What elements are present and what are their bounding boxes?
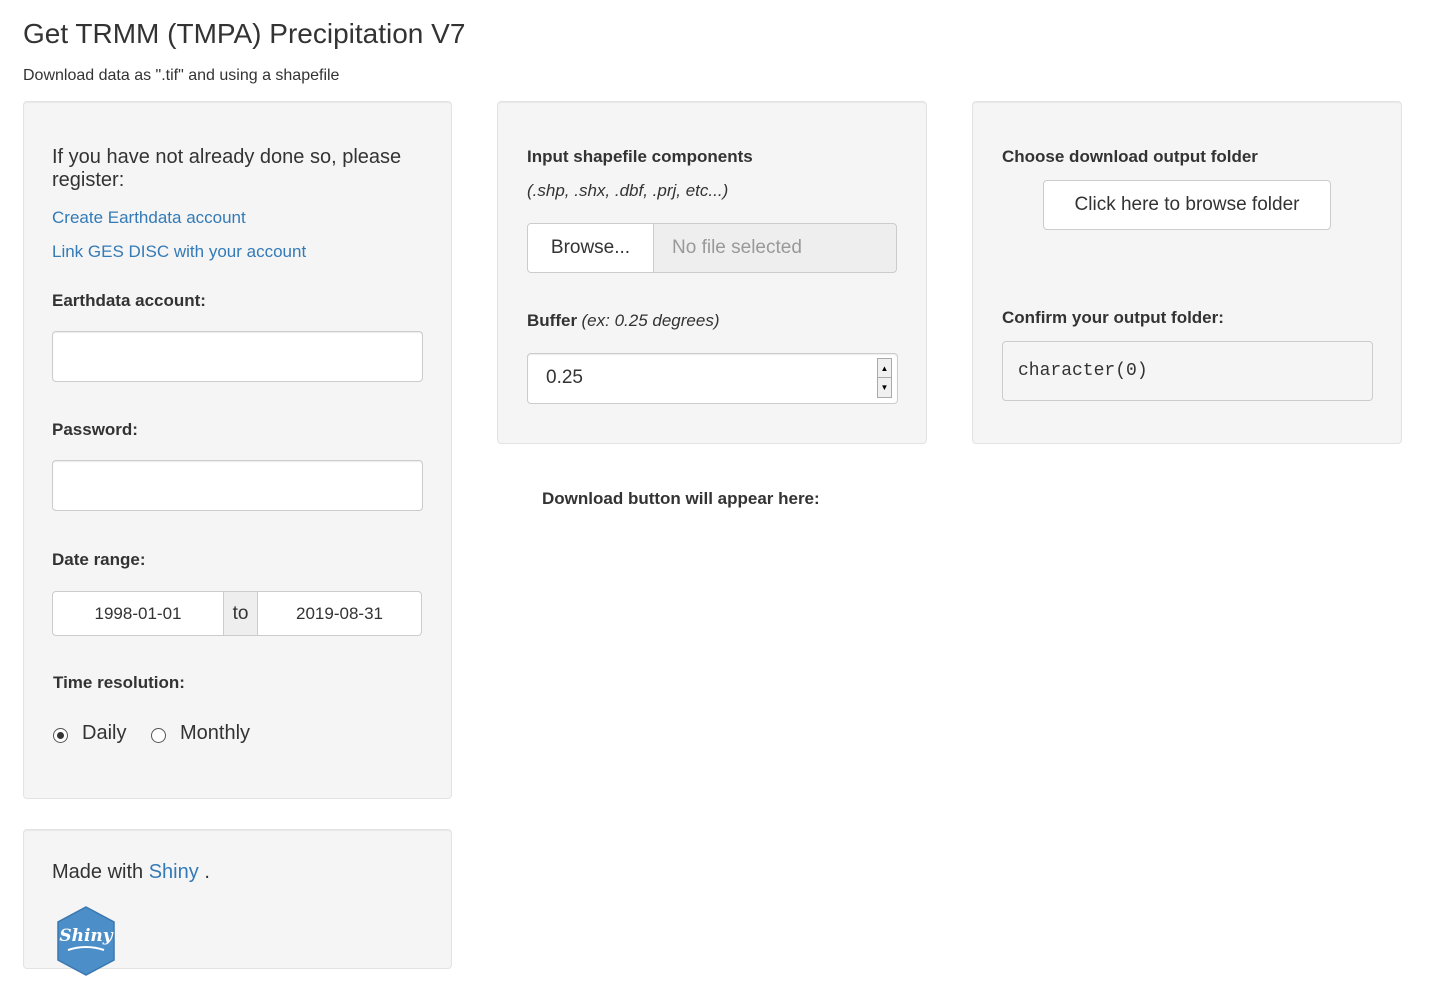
- time-resolution-label: Time resolution:: [53, 673, 185, 692]
- date-range-separator: to: [223, 592, 258, 635]
- shiny-link[interactable]: Shiny: [149, 861, 199, 883]
- download-note: Download button will appear here:: [542, 489, 820, 508]
- left-sidebar-panel: If you have not already done so, please …: [23, 101, 452, 799]
- password-input[interactable]: [52, 460, 423, 511]
- shapefile-hint: (.shp, .shx, .dbf, .prj, etc...): [527, 181, 729, 200]
- date-range-label: Date range:: [52, 550, 146, 569]
- output-folder-panel: Choose download output folder Click here…: [972, 101, 1402, 444]
- made-with-text: Made with Shiny .: [52, 861, 210, 884]
- date-start-input[interactable]: 1998-01-01: [53, 592, 223, 635]
- radio-monthly-label: Monthly: [180, 722, 251, 744]
- radio-monthly-button[interactable]: [151, 728, 166, 743]
- earthdata-account-input[interactable]: [52, 331, 423, 382]
- buffer-label-row: Buffer (ex: 0.25 degrees): [527, 311, 719, 331]
- spinner-down-icon[interactable]: ▼: [878, 378, 891, 397]
- choose-folder-label: Choose download output folder: [1002, 147, 1258, 166]
- buffer-hint: (ex: 0.25 degrees): [581, 311, 720, 330]
- made-with-label: Made with: [52, 861, 144, 883]
- create-earthdata-account-link[interactable]: Create Earthdata account: [52, 208, 246, 228]
- shiny-logo-text: Shiny: [59, 926, 113, 946]
- radio-option-daily[interactable]: Daily: [52, 722, 142, 748]
- date-end-input[interactable]: 2019-08-31: [258, 592, 421, 635]
- made-with-period: .: [204, 861, 210, 883]
- earthdata-account-label: Earthdata account:: [52, 291, 206, 310]
- spinner-up-icon[interactable]: ▲: [878, 359, 891, 378]
- footer-panel: Made with Shiny . Shiny: [23, 829, 452, 976]
- browse-folder-button[interactable]: Click here to browse folder: [1043, 180, 1331, 230]
- buffer-value: 0.25: [546, 367, 583, 388]
- page-subtitle: Download data as ".tif" and using a shap…: [23, 67, 340, 84]
- shiny-logo-icon: Shiny: [56, 906, 116, 976]
- output-folder-display: character(0): [1002, 341, 1373, 401]
- radio-daily-button[interactable]: [53, 728, 68, 743]
- link-gesdisc-link[interactable]: Link GES DISC with your account: [52, 242, 306, 262]
- confirm-folder-label: Confirm your output folder:: [1002, 308, 1224, 327]
- buffer-number-input[interactable]: 0.25 ▲ ▼: [527, 353, 898, 404]
- buffer-label: Buffer: [527, 311, 578, 330]
- shapefile-panel: Input shapefile components (.shp, .shx, …: [497, 101, 927, 444]
- password-label: Password:: [52, 420, 138, 439]
- file-name-field: No file selected: [653, 223, 897, 273]
- browse-file-button[interactable]: Browse...: [527, 223, 654, 273]
- shapefile-label: Input shapefile components: [527, 147, 753, 166]
- date-range-input: 1998-01-01 to 2019-08-31: [52, 591, 422, 636]
- buffer-spinner[interactable]: ▲ ▼: [877, 358, 892, 398]
- page-title: Get TRMM (TMPA) Precipitation V7: [23, 18, 466, 49]
- register-text: If you have not already done so, please …: [52, 146, 402, 191]
- radio-option-monthly[interactable]: Monthly: [150, 722, 270, 748]
- radio-daily-label: Daily: [82, 722, 127, 744]
